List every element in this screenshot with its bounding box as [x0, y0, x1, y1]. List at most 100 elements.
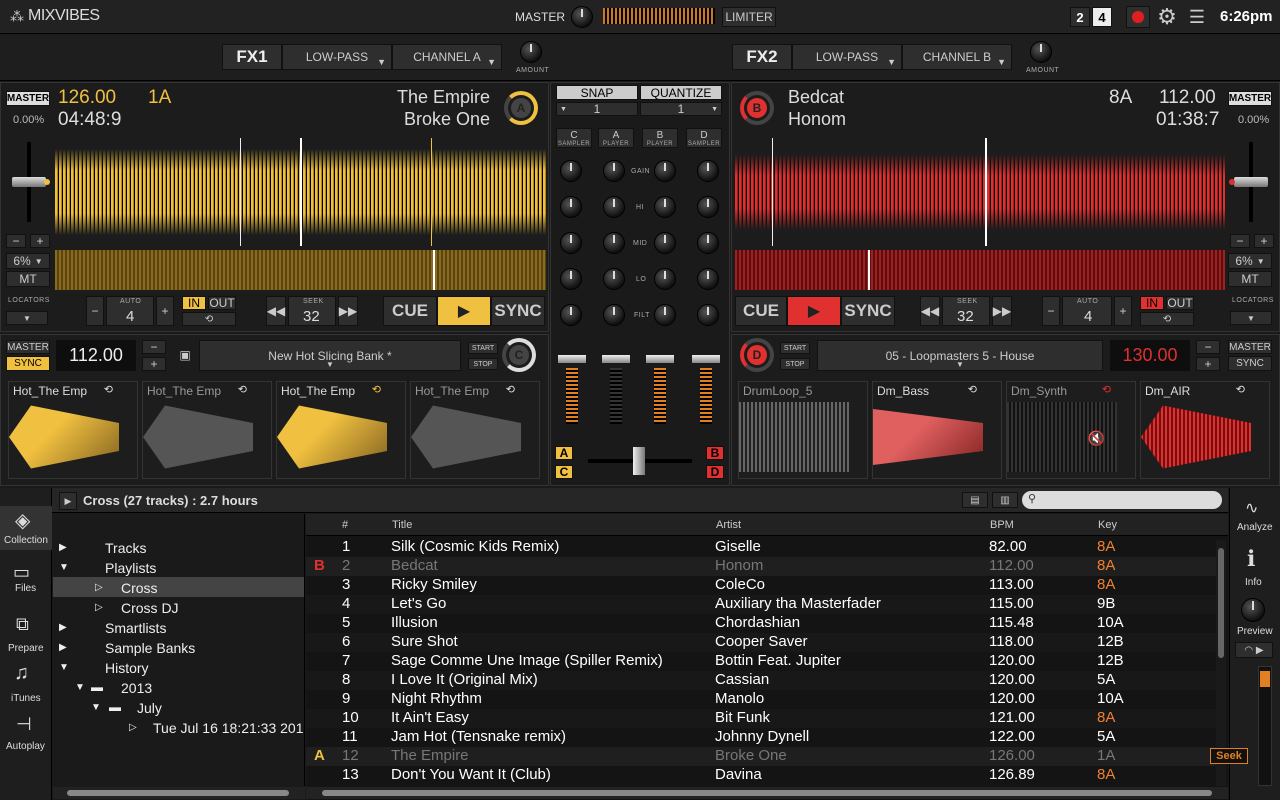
table-row[interactable]: 10 It Ain't Easy Bit Funk 121.00 8A: [306, 709, 1222, 728]
deck-b-locators-button[interactable]: ▼: [1230, 311, 1272, 325]
xfade-c-button[interactable]: C: [555, 465, 573, 479]
sampler-d-sync-button[interactable]: SYNC: [1228, 356, 1272, 371]
view-grid-button[interactable]: ▤: [962, 492, 988, 508]
preview-seek-slider[interactable]: [1258, 666, 1272, 786]
record-button[interactable]: [1126, 6, 1150, 28]
sampler-d-stop-button[interactable]: STOP: [780, 358, 810, 370]
preview-volume-knob[interactable]: [1241, 598, 1265, 622]
deck-b-master-button[interactable]: MASTER: [1228, 91, 1272, 106]
fx2-amount-knob[interactable]: [1030, 41, 1052, 63]
table-row[interactable]: B 2 Bedcat Honom 112.00 8A: [306, 557, 1222, 576]
deck-b-play-button[interactable]: ▶: [787, 296, 841, 326]
deck-b-overview[interactable]: [735, 250, 1225, 290]
sampler-c-slot-3[interactable]: Hot_The Emp ⟲: [276, 381, 406, 479]
deck-b-pitch-plus[interactable]: +: [1254, 234, 1274, 248]
table-row[interactable]: 7 Sage Comme Une Image (Spiller Remix) Bot…: [306, 652, 1222, 671]
deck-b-mt-button[interactable]: MT: [1228, 271, 1272, 287]
browser-play-button[interactable]: ▶: [59, 492, 77, 510]
deck-a-mt-button[interactable]: MT: [6, 271, 50, 287]
sidebar-collection[interactable]: ◈ Collection: [0, 506, 52, 550]
fx1-effect-select[interactable]: LOW-PASS ▼: [282, 44, 392, 70]
sidebar-prepare[interactable]: ⧉ Prepare: [0, 612, 52, 654]
eq-knob[interactable]: [560, 304, 582, 326]
deck-a-master-button[interactable]: MASTER: [6, 91, 50, 106]
deck-b-seek-forward[interactable]: ▶▶: [992, 296, 1012, 326]
sampler-c-master-button[interactable]: MASTER: [6, 340, 50, 354]
channel-d-button[interactable]: D SAMPLER: [686, 128, 722, 148]
tree-item-cross-dj[interactable]: Cross DJ: [121, 600, 179, 616]
eq-knob[interactable]: [560, 196, 582, 218]
master-volume-knob[interactable]: [571, 6, 593, 28]
sampler-c-start-button[interactable]: START: [468, 342, 498, 354]
sampler-c-minus[interactable]: −: [142, 340, 166, 354]
sidebar-autoplay[interactable]: ⊣ Autoplay: [0, 712, 52, 752]
sampler-c-save-button[interactable]: ▣: [174, 344, 196, 366]
tree-item-tracks[interactable]: Tracks: [105, 540, 146, 556]
table-row[interactable]: 1 Silk (Cosmic Kids Remix) Giselle 82.00 8A: [306, 538, 1222, 557]
tree-expand-icon[interactable]: ▶: [59, 622, 67, 633]
deck-b-seek-back[interactable]: ◀◀: [920, 296, 940, 326]
sampler-d-plus[interactable]: +: [1196, 357, 1220, 371]
deck-mode-2-button[interactable]: 2: [1070, 7, 1090, 27]
tree-item-history-session[interactable]: Tue Jul 16 18:21:33 201: [153, 720, 304, 736]
sampler-c-slot-1[interactable]: Hot_The Emp ⟲: [8, 381, 138, 479]
deck-a-loop-toggle[interactable]: ⟲: [182, 312, 236, 326]
view-split-button[interactable]: ▥: [992, 492, 1018, 508]
eq-knob[interactable]: [560, 160, 582, 182]
sampler-d-slot-4[interactable]: Dm_AIR ⟲: [1140, 381, 1270, 479]
tree-item-playlists[interactable]: Playlists: [105, 560, 156, 576]
sampler-d-slot-2[interactable]: Dm_Bass ⟲: [872, 381, 1002, 479]
sidebar-itunes[interactable]: ♫ iTunes: [0, 662, 52, 704]
eq-knob[interactable]: [603, 196, 625, 218]
deck-a-loop-plus[interactable]: +: [156, 296, 174, 326]
scrollbar-thumb[interactable]: [322, 790, 1212, 796]
tree-collapse-icon[interactable]: ▼: [59, 662, 69, 673]
eq-knob[interactable]: [697, 196, 719, 218]
deck-a-play-button[interactable]: ▶: [437, 296, 491, 326]
xfade-b-button[interactable]: B: [706, 446, 724, 460]
settings-button[interactable]: ⚙: [1154, 4, 1180, 29]
sampler-d-minus[interactable]: −: [1196, 340, 1220, 354]
playlist-menu-button[interactable]: ☰: [1184, 5, 1210, 29]
tree-collapse-icon[interactable]: ▼: [75, 682, 85, 693]
fx1-amount-knob[interactable]: [520, 41, 542, 63]
deck-a-cue-button[interactable]: CUE: [383, 296, 437, 326]
channel-a-button[interactable]: A PLAYER: [598, 128, 634, 148]
deck-b-waveform[interactable]: [735, 138, 1225, 246]
sidebar-files[interactable]: ▭ Files: [0, 560, 52, 600]
deck-b-loop-in-button[interactable]: IN: [1140, 296, 1164, 310]
channel-b-button[interactable]: B PLAYER: [642, 128, 678, 148]
snap-select[interactable]: ▼ 1: [556, 102, 638, 116]
deck-b-loop-minus[interactable]: −: [1042, 296, 1060, 326]
deck-a-sync-button[interactable]: SYNC: [491, 296, 545, 326]
table-row[interactable]: 5 Illusion Chordashian 115.48 10A: [306, 614, 1222, 633]
table-row[interactable]: 4 Let's Go Auxiliary tha Masterfader 115.00…: [306, 595, 1222, 614]
eq-knob[interactable]: [603, 268, 625, 290]
channel-c-button[interactable]: C SAMPLER: [556, 128, 592, 148]
deck-a-range-select[interactable]: 6% ▼: [6, 253, 50, 269]
tree-collapse-icon[interactable]: ▼: [59, 562, 69, 573]
eq-knob[interactable]: [603, 304, 625, 326]
deck-b-pitch-minus[interactable]: −: [1230, 234, 1250, 248]
eq-knob[interactable]: [560, 232, 582, 254]
sampler-d-bpm[interactable]: 130.00: [1110, 340, 1190, 371]
channel-fader[interactable]: [692, 355, 720, 363]
column-header-bpm[interactable]: BPM: [990, 519, 1014, 531]
info-button[interactable]: ℹ Info: [1231, 546, 1277, 588]
channel-fader[interactable]: [602, 355, 630, 363]
deck-a-seek-forward[interactable]: ▶▶: [338, 296, 358, 326]
deck-b-cue-button[interactable]: CUE: [735, 296, 787, 326]
tree-expand-icon[interactable]: ▶: [59, 542, 67, 553]
sampler-d-slot-1[interactable]: DrumLoop_5: [738, 381, 868, 479]
xfade-a-button[interactable]: A: [555, 446, 573, 460]
table-row[interactable]: A 12 The Empire Broke One 126.00 1A: [306, 747, 1222, 766]
sampler-d-slot-3[interactable]: Dm_Synth ⟲ 🔇: [1006, 381, 1136, 479]
tree-item-cross[interactable]: Cross: [121, 580, 158, 596]
table-row[interactable]: 8 I Love It (Original Mix) Cassian 120.00 5A: [306, 671, 1222, 690]
deck-a-cue-marker[interactable]: [240, 138, 241, 246]
eq-knob[interactable]: [654, 304, 676, 326]
eq-knob[interactable]: [697, 160, 719, 182]
snap-button[interactable]: SNAP: [556, 85, 638, 100]
table-row[interactable]: 6 Sure Shot Cooper Saver 118.00 12B: [306, 633, 1222, 652]
xfade-d-button[interactable]: D: [706, 465, 724, 479]
